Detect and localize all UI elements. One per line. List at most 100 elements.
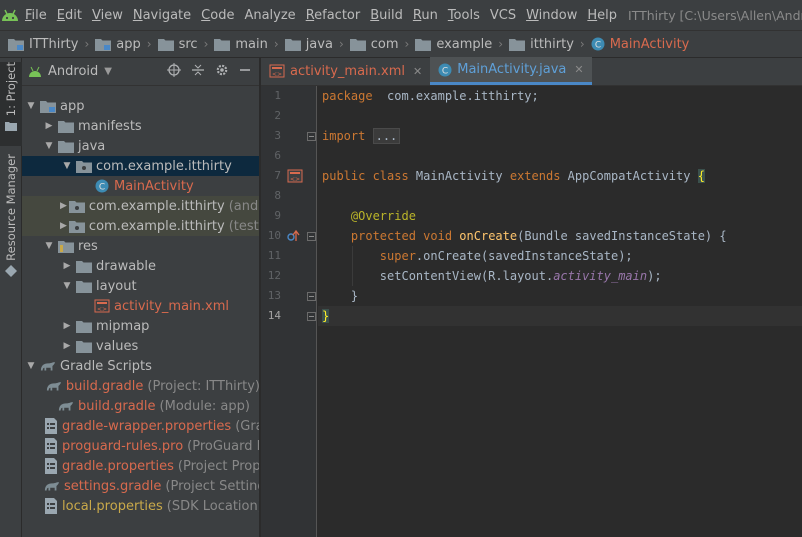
breadcrumb-item[interactable]: C MainActivity [591,37,689,52]
tree-row[interactable]: ▼ res [22,236,259,256]
code-line[interactable]: } [318,306,802,326]
breadcrumb-item[interactable]: itthirty › [509,37,591,52]
chevron-down-icon[interactable]: ▼ [24,361,38,371]
chevron-down-icon[interactable]: ▼ [42,241,56,251]
override-marker-icon[interactable] [285,226,301,246]
tree-row[interactable]: build.gradle (Project: ITThirty) [22,376,259,396]
tree-row[interactable]: ▶ com.example.itthirty(test) [22,216,259,236]
breadcrumb-item[interactable]: src › [157,37,215,52]
code-line[interactable] [318,146,802,166]
tree-row[interactable]: ▶ drawable [22,256,259,276]
tree-row[interactable]: local.properties (SDK Location) [22,496,259,516]
code-token: } [322,289,359,303]
res-folder-icon [58,238,74,254]
resource-icon [5,264,17,281]
menu-item-mnemonic: N [132,7,143,23]
menu-item[interactable]: File [20,8,52,23]
chevron-right-icon[interactable]: ▶ [60,201,67,211]
project-tool-tab[interactable]: 1: Project [0,62,22,146]
fold-toggle-icon[interactable] [305,286,317,306]
tree-row[interactable]: build.gradle (Module: app) [22,396,259,416]
chevron-down-icon[interactable]: ▼ [42,141,56,151]
chevron-right-icon[interactable]: ▶ [60,341,74,351]
line-number: 9 [274,209,281,222]
minimize-icon[interactable] [239,63,251,81]
chevron-down-icon[interactable]: ▼ [60,161,74,171]
tree-row[interactable]: gradle-wrapper.properties(Gradle Version… [22,416,259,436]
code-line[interactable]: super.onCreate(savedInstanceState); [318,246,802,266]
tree-row[interactable]: C MainActivity [22,176,259,196]
menu-item[interactable]: Edit [52,8,87,23]
editor-gutter: 1 2 3 6 7 8 9 10 11 12 13 14 <> [261,86,317,537]
tree-row-hint: (Module: app) [159,398,250,414]
chevron-down-icon[interactable]: ▼ [24,101,38,111]
breadcrumb-item[interactable]: app › [95,37,157,52]
menu-item[interactable]: Analyze [239,8,300,23]
tree-row[interactable]: ▼ app [22,96,259,116]
code-line[interactable] [318,186,802,206]
menu-item[interactable]: Refactor [301,8,366,23]
breadcrumb-item[interactable]: example › [415,37,509,52]
breadcrumb-item[interactable]: main › [214,37,284,52]
tree-row[interactable]: gradle.properties(Project Properties) [22,456,259,476]
chevron-right-icon[interactable]: ▶ [60,321,74,331]
menu-item[interactable]: Run [408,8,443,23]
close-icon[interactable]: ✕ [413,65,422,78]
breadcrumb-item[interactable]: ITThirty › [8,37,95,52]
chevron-down-icon[interactable]: ▼ [60,281,74,291]
view-selector[interactable]: Android [48,64,98,79]
menu-item-mnemonic: H [587,7,598,23]
tree-row[interactable]: settings.gradle(Project Settings) [22,476,259,496]
fold-toggle-icon[interactable] [305,226,317,246]
fold-toggle-icon[interactable] [305,306,317,326]
tree-row[interactable]: ▼ layout [22,276,259,296]
resource-manager-tab[interactable]: Resource Manager [0,154,22,277]
chevron-right-icon[interactable]: ▶ [42,121,56,131]
close-icon[interactable]: ✕ [574,63,583,76]
menu-item[interactable]: Build [365,8,408,23]
editor-tab[interactable]: <> activity_main.xml ✕ [261,57,430,85]
code-line[interactable]: protected void onCreate(Bundle savedInst… [318,226,802,246]
crosshair-icon[interactable] [167,62,181,81]
chevron-right-icon[interactable]: ▶ [60,221,67,231]
breadcrumb-item[interactable]: com › [349,37,416,52]
menu-item[interactable]: VCS [485,8,521,23]
code-line[interactable]: @Override [318,206,802,226]
code-line[interactable] [318,106,802,126]
menu-item[interactable]: Help [582,8,622,23]
code-area[interactable]: package com.example.itthirty; import ... p… [318,86,802,537]
tree-row[interactable]: ▼ java [22,136,259,156]
menu-item[interactable]: Window [521,8,582,23]
chevron-right-icon[interactable]: ▶ [60,261,74,271]
tree-row[interactable]: ▶ com.example.itthirty(androidTest) [22,196,259,216]
code-token: import [322,129,366,143]
fold-toggle-icon[interactable] [305,126,317,146]
breadcrumb-item[interactable]: java › [284,37,350,52]
layout-link-icon[interactable]: <> [287,166,303,186]
code-line[interactable]: import ... [318,126,802,146]
code-line[interactable]: } [318,286,802,306]
tree-row[interactable]: ▶ manifests [22,116,259,136]
chevron-down-icon[interactable]: ▼ [104,66,112,77]
code-line[interactable]: public class MainActivity extends AppCom… [318,166,802,186]
menu-item[interactable]: Code [196,8,239,23]
tree-row[interactable]: ▼ com.example.itthirty [22,156,259,176]
code-token: (Bundle savedInstanceState) { [517,229,727,243]
collapse-all-icon[interactable] [191,63,205,81]
editor-tab-label: MainActivity.java [457,62,567,77]
gear-icon[interactable] [215,63,229,81]
editor-tab[interactable]: C MainActivity.java ✕ [430,57,592,85]
code-token: package [322,89,373,103]
tree-row[interactable]: ▶ values [22,336,259,356]
tree-row-label: mipmap [96,318,150,334]
tree-row[interactable]: ▼ Gradle Scripts [22,356,259,376]
menu-item[interactable]: Navigate [128,8,196,23]
tree-row[interactable]: ▶ mipmap [22,316,259,336]
code-line[interactable]: package com.example.itthirty; [318,86,802,106]
tree-row[interactable]: <> activity_main.xml [22,296,259,316]
menu-item[interactable]: View [87,8,128,23]
tree-row[interactable]: proguard-rules.pro(ProGuard Rules for ap… [22,436,259,456]
code-line[interactable]: setContentView(R.layout.activity_main); [318,266,802,286]
menu-item[interactable]: Tools [443,8,485,23]
menu-item-mnemonic: C [201,7,211,23]
